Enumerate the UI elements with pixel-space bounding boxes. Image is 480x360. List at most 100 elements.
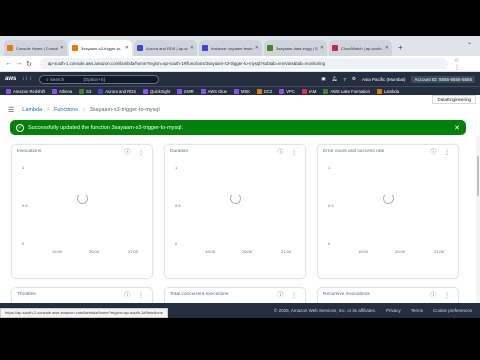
- close-tab-icon[interactable]: ✕: [60, 45, 64, 51]
- account-menu[interactable]: Account ID: 5555-5555-5555: [411, 75, 475, 83]
- tab-strip: Console Home | Console H✕3sayaam-s3-trig…: [4, 40, 394, 56]
- metric-panel: Duration ⓘ ⋮ 1 0.5 0 19:00 20:00 21:00: [164, 144, 306, 279]
- close-tab-icon[interactable]: ✕: [320, 45, 324, 51]
- footer-cookies-link[interactable]: Cookie preferences: [433, 308, 472, 313]
- favorite-service-link[interactable]: MSK: [234, 88, 250, 94]
- favorite-service-link[interactable]: Amazon Redshift: [6, 88, 45, 94]
- forward-icon[interactable]: →: [14, 60, 24, 67]
- favorite-service-link[interactable]: EMR: [177, 88, 194, 94]
- address-bar: ← → ↻ ap-south-1.console.aws.amazon.com/…: [0, 56, 480, 72]
- breadcrumb-functions[interactable]: Functions: [54, 107, 78, 113]
- favorite-service-link[interactable]: AWS Lake Formation: [323, 88, 370, 94]
- aws-logo[interactable]: aws: [5, 76, 16, 82]
- y-tick-label: 0: [22, 241, 25, 246]
- close-tab-icon[interactable]: ✕: [385, 45, 389, 51]
- breadcrumb-lambda[interactable]: Lambda: [22, 107, 42, 113]
- region-selector[interactable]: Asia Pacific (Mumbai): [362, 77, 406, 82]
- panel-menu-icon[interactable]: ⓘ ⋮: [277, 290, 300, 299]
- favorite-service-link[interactable]: EC2: [257, 88, 272, 94]
- chevron-right-icon: ›: [47, 107, 50, 113]
- favorite-service-link[interactable]: Athena: [51, 88, 72, 94]
- cloudshell-icon[interactable]: ▣: [321, 76, 325, 82]
- services-menu-icon[interactable]: ⁝⁝⁝: [22, 76, 33, 82]
- url-input[interactable]: ap-south-1.console.aws.amazon.com/lambda…: [39, 58, 449, 69]
- menu-icon[interactable]: ☰: [8, 106, 14, 114]
- panel-menu-icon[interactable]: ⓘ ⋮: [430, 290, 453, 299]
- close-tab-icon[interactable]: ✕: [255, 45, 259, 51]
- panel-menu-icon[interactable]: ⓘ ⋮: [124, 290, 147, 299]
- service-icon: [257, 88, 263, 94]
- footer-copyright: © 2025, Amazon Web Services, Inc. or its…: [274, 308, 376, 313]
- tab-title: Console Home | Console H: [16, 45, 58, 51]
- footer-privacy-link[interactable]: Privacy: [386, 308, 401, 313]
- browser-window: Console Home | Console H✕3sayaam-s3-trig…: [0, 36, 480, 318]
- service-icon: [279, 88, 285, 94]
- close-tab-icon[interactable]: ✕: [125, 45, 129, 51]
- check-circle-icon: ✓: [16, 123, 24, 132]
- metric-panel: Invocations ⓘ ⋮ 1 0.5 0 19:00 20:00 21:00: [11, 144, 153, 279]
- panel-menu-icon[interactable]: ⓘ ⋮: [277, 147, 300, 156]
- browser-tab[interactable]: CloudWatch | ap-south-1 ✕: [329, 40, 392, 56]
- panel-title: Recursive invocations: [323, 292, 370, 297]
- loading-spinner-icon: [77, 193, 88, 204]
- browser-tab[interactable]: 3sayaam-s3-trigger-to- ✕: [69, 40, 132, 56]
- status-url: https://ap-south-1.console.aws.amazon.co…: [0, 308, 168, 318]
- panel-menu-icon[interactable]: ⓘ ⋮: [124, 147, 147, 156]
- panel-menu-icon[interactable]: ⓘ ⋮: [430, 147, 453, 156]
- back-icon[interactable]: ←: [4, 60, 14, 67]
- breadcrumb-current: 3sayaam-s3-trigger-to-mysql: [89, 107, 160, 113]
- service-icon: [376, 88, 382, 94]
- favorite-service-link[interactable]: Aurora and RDS: [98, 88, 136, 94]
- favorite-label: QuickSight: [150, 88, 171, 94]
- favorite-label: Amazon Redshift: [13, 88, 45, 94]
- role-badge: DataEngineering: [432, 95, 476, 104]
- chevron-right-icon: ›: [82, 107, 85, 113]
- tab-title: Instance: sayaam-testrd: [211, 45, 253, 51]
- close-tab-icon[interactable]: ✕: [190, 45, 194, 51]
- flash-message: Successfully updated the function 3sayaa…: [28, 124, 183, 131]
- favorite-service-link[interactable]: VPC: [279, 88, 295, 94]
- success-flash: ✓ Successfully updated the function 3say…: [10, 120, 466, 135]
- y-tick-label: 0.5: [175, 203, 181, 208]
- service-icon: [143, 88, 149, 94]
- window-controls[interactable]: ⌄: [467, 39, 476, 46]
- browser-tab[interactable]: Aurora and RDS | ap-sou ✕: [134, 40, 197, 56]
- favorite-service-link[interactable]: AWS Glue: [200, 88, 227, 94]
- aws-top-nav: aws ⁝⁝⁝ ⌕ Search [Option+S] ▣ 🔔︎ ? ⚙ Asi…: [0, 72, 480, 86]
- close-icon[interactable]: ✕: [454, 124, 460, 132]
- service-icon: [234, 88, 239, 94]
- help-icon[interactable]: ?: [343, 77, 346, 82]
- footer-terms-link[interactable]: Terms: [411, 308, 423, 313]
- favorite-service-link[interactable]: IAM: [301, 88, 317, 94]
- reload-icon[interactable]: ↻: [24, 60, 34, 68]
- new-tab-button[interactable]: +: [394, 40, 407, 56]
- gear-icon[interactable]: ⚙: [352, 76, 356, 82]
- scrollbar-thumb[interactable]: [477, 156, 479, 196]
- browser-tab[interactable]: Instance: sayaam-testrd ✕: [199, 40, 262, 56]
- tab-favicon-icon: [202, 45, 208, 51]
- bell-icon[interactable]: 🔔︎: [332, 76, 338, 82]
- scrollbar[interactable]: [476, 136, 480, 303]
- extensions-icon[interactable]: ☆ ⋮: [454, 57, 476, 71]
- favorite-service-link[interactable]: QuickSight: [143, 88, 171, 94]
- search-shortcut: [Option+S]: [83, 76, 105, 82]
- y-tick-label: 0.5: [328, 203, 334, 208]
- service-icon: [51, 88, 57, 94]
- service-icon: [301, 88, 307, 94]
- metric-panel: Error count and success rate ⓘ ⋮ 1 0.5 0 19:0…: [317, 144, 459, 279]
- loading-spinner-icon: [230, 193, 241, 204]
- search-input[interactable]: ⌕ Search [Option+S]: [39, 74, 160, 84]
- favorite-label: IAM: [308, 88, 317, 94]
- browser-tab[interactable]: Console Home | Console H✕: [4, 40, 67, 56]
- favorite-service-link[interactable]: Lambda: [376, 88, 399, 94]
- y-tick-label: 0: [175, 241, 178, 246]
- favorite-service-link[interactable]: S3: [79, 88, 91, 94]
- header-right: ▣ 🔔︎ ? ⚙ Asia Pacific (Mumbai) Account I…: [315, 75, 475, 83]
- favorite-label: EMR: [184, 88, 194, 94]
- x-tick-label: 21:00: [128, 249, 139, 254]
- x-tick-label: 19:00: [205, 249, 216, 254]
- browser-tab[interactable]: 3sayaam-data-engg | S3 ✕: [264, 40, 327, 56]
- tab-favicon-icon: [137, 45, 143, 51]
- y-tick-label: 1: [328, 165, 331, 170]
- tab-favicon-icon: [332, 45, 338, 51]
